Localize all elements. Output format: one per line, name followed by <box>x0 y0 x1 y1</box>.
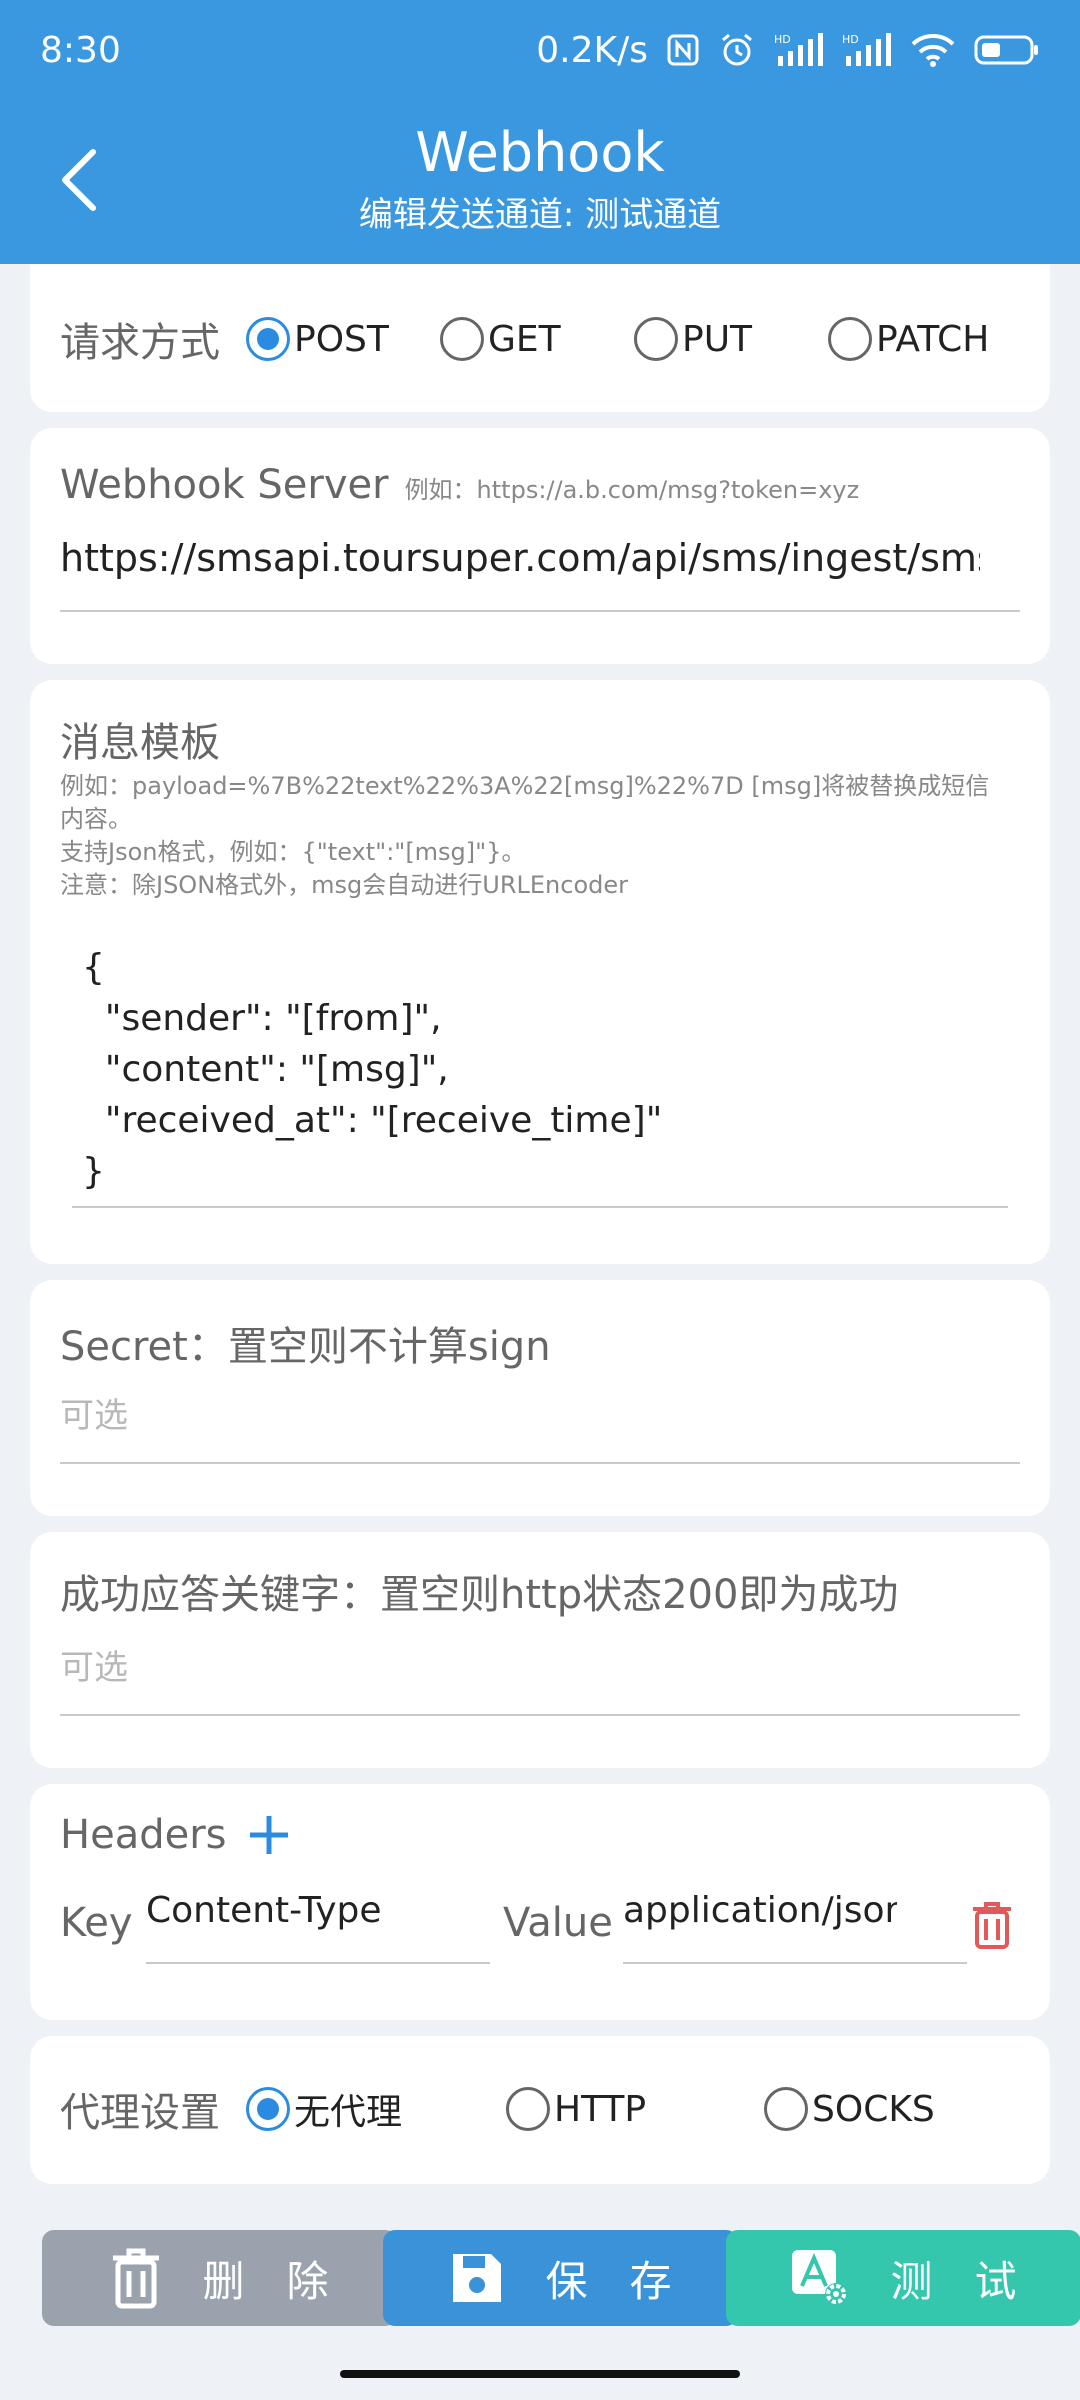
proxy-socks-radio[interactable] <box>764 2087 808 2131</box>
proxy-http-radio[interactable] <box>506 2087 550 2131</box>
headers-card: Headers Key Content-Type Value applicati… <box>30 1784 1050 2020</box>
trash-icon <box>110 2246 162 2310</box>
method-label: 请求方式 <box>60 320 220 366</box>
template-input-underline <box>72 1206 1008 1208</box>
proxy-card: 代理设置 无代理 HTTP SOCKS <box>30 2036 1050 2184</box>
server-hint: 例如：https://a.b.com/msg?token=xyz <box>404 476 860 504</box>
trash-icon <box>973 1902 1011 1949</box>
header-value-input[interactable]: application/json <box>623 1890 897 1931</box>
template-hint-line: 内容。 <box>60 805 132 833</box>
server-label: Webhook Server <box>60 462 389 508</box>
headers-label-row: Headers <box>60 1812 290 1858</box>
secret-input-underline <box>60 1462 1020 1464</box>
method-put-option[interactable]: PUT <box>634 317 828 361</box>
battery-icon <box>974 35 1038 65</box>
wifi-icon <box>911 34 955 67</box>
network-speed: 0.2K/s <box>536 29 648 71</box>
header-key-input[interactable]: Content-Type <box>146 1890 490 1931</box>
proxy-radio-group: 代理设置 无代理 HTTP SOCKS <box>60 2083 935 2136</box>
method-put-label: PUT <box>682 318 753 360</box>
status-bar: 8:30 0.2K/s HD HD <box>0 0 1080 100</box>
save-button[interactable]: 保 存 <box>383 2230 738 2326</box>
keyword-card: 成功应答关键字：置空则http状态200即为成功 可选 <box>30 1532 1050 1768</box>
page-title: Webhook <box>415 121 665 184</box>
delete-button[interactable]: 删 除 <box>42 2230 397 2326</box>
proxy-none-radio[interactable] <box>246 2087 290 2131</box>
signal-hd-1-icon: HD <box>774 33 823 66</box>
test-button-label: 测 试 <box>890 2256 1017 2306</box>
test-button[interactable]: 测 试 <box>726 2230 1080 2326</box>
method-radio-group: 请求方式 POST GET PUT PATCH <box>60 314 989 366</box>
method-card: 请求方式 POST GET PUT PATCH <box>30 264 1050 412</box>
home-indicator[interactable] <box>340 2370 740 2378</box>
delete-header-button[interactable] <box>970 1900 1014 1950</box>
plus-icon <box>250 1816 289 1854</box>
server-input[interactable]: https://smsapi.toursuper.com/api/sms/ing… <box>60 536 980 580</box>
header-value-underline <box>623 1962 967 1964</box>
secret-card: Secret：置空则不计算sign 可选 <box>30 1280 1050 1516</box>
method-post-radio[interactable] <box>246 317 290 361</box>
template-hint-line: 例如：payload=%7B%22text%22%3A%22[msg]%22%7… <box>60 772 990 800</box>
proxy-socks-option[interactable]: SOCKS <box>764 2087 935 2131</box>
method-put-radio[interactable] <box>634 317 678 361</box>
keyword-input-underline <box>60 1714 1020 1716</box>
proxy-none-label: 无代理 <box>294 2092 403 2133</box>
nfc-icon <box>667 34 699 66</box>
method-get-label: GET <box>488 318 561 360</box>
header-key-label: Key <box>60 1900 133 1946</box>
template-hint: 例如：payload=%7B%22text%22%3A%22[msg]%22%7… <box>60 770 989 902</box>
proxy-none-option[interactable]: 无代理 <box>246 2083 506 2135</box>
method-get-option[interactable]: GET <box>440 317 634 361</box>
secret-label: Secret：置空则不计算sign <box>60 1324 551 1370</box>
headers-label: Headers <box>60 1812 227 1858</box>
method-post-option[interactable]: POST <box>246 317 440 361</box>
header-key-underline <box>146 1962 490 1964</box>
template-input[interactable]: { "sender": "[from]", "content": "[msg]"… <box>82 942 662 1197</box>
server-input-underline <box>60 610 1020 612</box>
add-header-button[interactable] <box>248 1814 290 1856</box>
save-button-label: 保 存 <box>545 2256 672 2306</box>
status-icons: 0.2K/s HD HD <box>536 30 1040 71</box>
title-block: Webhook 编辑发送通道: 测试通道 <box>0 118 1080 240</box>
method-patch-radio[interactable] <box>828 317 872 361</box>
server-label-row: Webhook Server 例如：https://a.b.com/msg?to… <box>60 462 859 508</box>
method-get-radio[interactable] <box>440 317 484 361</box>
delete-button-label: 删 除 <box>202 2256 329 2306</box>
method-patch-option[interactable]: PATCH <box>828 317 989 361</box>
page-subtitle: 编辑发送通道: 测试通道 <box>358 195 722 235</box>
signal-hd-2-icon: HD <box>842 33 891 66</box>
status-time: 8:30 <box>40 29 121 71</box>
proxy-http-option[interactable]: HTTP <box>506 2087 764 2131</box>
template-hint-line: 注意：除JSON格式外，msg会自动进行URLEncoder <box>60 871 629 899</box>
method-patch-label: PATCH <box>876 318 990 360</box>
keyword-label: 成功应答关键字：置空则http状态200即为成功 <box>60 1572 899 1618</box>
app-header: 8:30 0.2K/s HD HD Webhook 编辑发送通道: 测试通道 <box>0 0 1080 264</box>
proxy-http-label: HTTP <box>554 2088 647 2130</box>
header-value-label: Value <box>503 1900 613 1946</box>
svg-text:HD: HD <box>842 33 859 46</box>
test-settings-icon <box>790 2248 850 2308</box>
template-card: 消息模板 例如：payload=%7B%22text%22%3A%22[msg]… <box>30 680 1050 1264</box>
alarm-icon <box>722 33 752 66</box>
proxy-socks-label: SOCKS <box>812 2088 935 2130</box>
secret-input[interactable]: 可选 <box>60 1388 128 1437</box>
keyword-input[interactable]: 可选 <box>60 1640 128 1689</box>
floppy-disk-icon <box>449 2250 505 2306</box>
method-post-label: POST <box>294 318 389 360</box>
proxy-label: 代理设置 <box>60 2090 220 2136</box>
template-label: 消息模板 <box>60 720 220 766</box>
svg-text:HD: HD <box>774 33 791 46</box>
template-hint-line: 支持Json格式，例如：{"text":"[msg]"}。 <box>60 838 526 866</box>
server-card: Webhook Server 例如：https://a.b.com/msg?to… <box>30 428 1050 664</box>
